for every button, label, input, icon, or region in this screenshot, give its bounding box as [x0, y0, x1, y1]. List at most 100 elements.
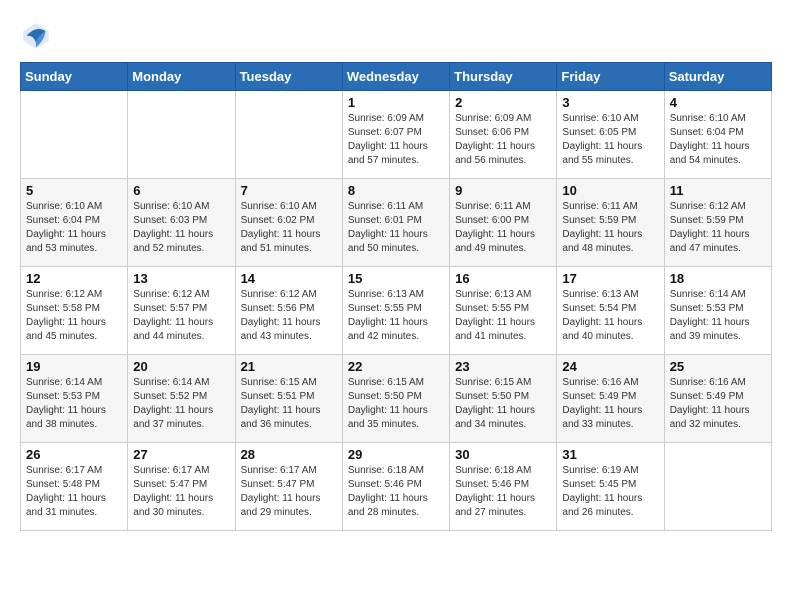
- day-number: 5: [26, 183, 122, 198]
- calendar-cell: 15 Sunrise: 6:13 AM Sunset: 5:55 PM Dayli…: [342, 267, 449, 355]
- day-info: Sunrise: 6:15 AM Sunset: 5:50 PM Dayligh…: [348, 376, 444, 432]
- day-info: Sunrise: 6:11 AM Sunset: 5:59 PM Dayligh…: [562, 200, 658, 256]
- day-number: 17: [562, 271, 658, 286]
- calendar-cell: [21, 91, 128, 179]
- day-info: Sunrise: 6:14 AM Sunset: 5:53 PM Dayligh…: [26, 376, 122, 432]
- calendar-body: 1 Sunrise: 6:09 AM Sunset: 6:07 PM Daylig…: [21, 91, 772, 531]
- day-info: Sunrise: 6:14 AM Sunset: 5:53 PM Dayligh…: [670, 288, 766, 344]
- day-number: 18: [670, 271, 766, 286]
- day-number: 28: [241, 447, 337, 462]
- day-number: 12: [26, 271, 122, 286]
- day-info: Sunrise: 6:15 AM Sunset: 5:50 PM Dayligh…: [455, 376, 551, 432]
- calendar-cell: 22 Sunrise: 6:15 AM Sunset: 5:50 PM Dayli…: [342, 355, 449, 443]
- day-number: 25: [670, 359, 766, 374]
- calendar-cell: 1 Sunrise: 6:09 AM Sunset: 6:07 PM Daylig…: [342, 91, 449, 179]
- calendar-cell: 13 Sunrise: 6:12 AM Sunset: 5:57 PM Dayli…: [128, 267, 235, 355]
- day-info: Sunrise: 6:15 AM Sunset: 5:51 PM Dayligh…: [241, 376, 337, 432]
- calendar-cell: 26 Sunrise: 6:17 AM Sunset: 5:48 PM Dayli…: [21, 443, 128, 531]
- day-number: 22: [348, 359, 444, 374]
- calendar-cell: 16 Sunrise: 6:13 AM Sunset: 5:55 PM Dayli…: [450, 267, 557, 355]
- calendar-cell: 30 Sunrise: 6:18 AM Sunset: 5:46 PM Dayli…: [450, 443, 557, 531]
- calendar-cell: 4 Sunrise: 6:10 AM Sunset: 6:04 PM Daylig…: [664, 91, 771, 179]
- day-info: Sunrise: 6:17 AM Sunset: 5:47 PM Dayligh…: [133, 464, 229, 520]
- weekday-header-row: SundayMondayTuesdayWednesdayThursdayFrid…: [21, 63, 772, 91]
- day-number: 16: [455, 271, 551, 286]
- weekday-header-saturday: Saturday: [664, 63, 771, 91]
- calendar-cell: 23 Sunrise: 6:15 AM Sunset: 5:50 PM Dayli…: [450, 355, 557, 443]
- day-number: 24: [562, 359, 658, 374]
- calendar-cell: 9Sunrise: 6:11 AM Sunset: 6:00 PM Daylig…: [450, 179, 557, 267]
- day-number: 3: [562, 95, 658, 110]
- calendar-week-5: 26 Sunrise: 6:17 AM Sunset: 5:48 PM Dayli…: [21, 443, 772, 531]
- calendar-cell: 21 Sunrise: 6:15 AM Sunset: 5:51 PM Dayli…: [235, 355, 342, 443]
- day-info: Sunrise: 6:09 AM Sunset: 6:06 PM Dayligh…: [455, 112, 551, 168]
- calendar-cell: 18 Sunrise: 6:14 AM Sunset: 5:53 PM Dayli…: [664, 267, 771, 355]
- calendar-table: SundayMondayTuesdayWednesdayThursdayFrid…: [20, 62, 772, 531]
- calendar-cell: 27 Sunrise: 6:17 AM Sunset: 5:47 PM Dayli…: [128, 443, 235, 531]
- calendar-cell: 25 Sunrise: 6:16 AM Sunset: 5:49 PM Dayli…: [664, 355, 771, 443]
- day-info: Sunrise: 6:10 AM Sunset: 6:02 PM Dayligh…: [241, 200, 337, 256]
- day-number: 26: [26, 447, 122, 462]
- page-header: [20, 20, 772, 52]
- calendar-cell: 10 Sunrise: 6:11 AM Sunset: 5:59 PM Dayli…: [557, 179, 664, 267]
- calendar-cell: [235, 91, 342, 179]
- day-info: Sunrise: 6:12 AM Sunset: 5:58 PM Dayligh…: [26, 288, 122, 344]
- day-number: 19: [26, 359, 122, 374]
- calendar-cell: [128, 91, 235, 179]
- calendar-cell: 28 Sunrise: 6:17 AM Sunset: 5:47 PM Dayli…: [235, 443, 342, 531]
- day-info: Sunrise: 6:17 AM Sunset: 5:48 PM Dayligh…: [26, 464, 122, 520]
- day-number: 6: [133, 183, 229, 198]
- day-info: Sunrise: 6:13 AM Sunset: 5:55 PM Dayligh…: [348, 288, 444, 344]
- day-info: Sunrise: 6:10 AM Sunset: 6:03 PM Dayligh…: [133, 200, 229, 256]
- weekday-header-thursday: Thursday: [450, 63, 557, 91]
- calendar-week-3: 12 Sunrise: 6:12 AM Sunset: 5:58 PM Dayli…: [21, 267, 772, 355]
- day-number: 11: [670, 183, 766, 198]
- weekday-header-monday: Monday: [128, 63, 235, 91]
- day-number: 10: [562, 183, 658, 198]
- day-number: 31: [562, 447, 658, 462]
- day-number: 15: [348, 271, 444, 286]
- calendar-week-1: 1 Sunrise: 6:09 AM Sunset: 6:07 PM Daylig…: [21, 91, 772, 179]
- day-info: Sunrise: 6:17 AM Sunset: 5:47 PM Dayligh…: [241, 464, 337, 520]
- day-number: 27: [133, 447, 229, 462]
- day-info: Sunrise: 6:12 AM Sunset: 5:56 PM Dayligh…: [241, 288, 337, 344]
- day-info: Sunrise: 6:19 AM Sunset: 5:45 PM Dayligh…: [562, 464, 658, 520]
- calendar-cell: 2Sunrise: 6:09 AM Sunset: 6:06 PM Daylig…: [450, 91, 557, 179]
- day-number: 7: [241, 183, 337, 198]
- day-number: 14: [241, 271, 337, 286]
- calendar-cell: 24 Sunrise: 6:16 AM Sunset: 5:49 PM Dayli…: [557, 355, 664, 443]
- calendar-cell: 20 Sunrise: 6:14 AM Sunset: 5:52 PM Dayli…: [128, 355, 235, 443]
- weekday-header-wednesday: Wednesday: [342, 63, 449, 91]
- day-info: Sunrise: 6:16 AM Sunset: 5:49 PM Dayligh…: [562, 376, 658, 432]
- day-info: Sunrise: 6:13 AM Sunset: 5:55 PM Dayligh…: [455, 288, 551, 344]
- day-info: Sunrise: 6:10 AM Sunset: 6:04 PM Dayligh…: [670, 112, 766, 168]
- day-info: Sunrise: 6:16 AM Sunset: 5:49 PM Dayligh…: [670, 376, 766, 432]
- logo-icon: [20, 20, 52, 52]
- day-info: Sunrise: 6:11 AM Sunset: 6:01 PM Dayligh…: [348, 200, 444, 256]
- calendar-cell: 19 Sunrise: 6:14 AM Sunset: 5:53 PM Dayli…: [21, 355, 128, 443]
- calendar-cell: 14 Sunrise: 6:12 AM Sunset: 5:56 PM Dayli…: [235, 267, 342, 355]
- day-number: 20: [133, 359, 229, 374]
- calendar-cell: 11Sunrise: 6:12 AM Sunset: 5:59 PM Dayli…: [664, 179, 771, 267]
- calendar-cell: 6 Sunrise: 6:10 AM Sunset: 6:03 PM Daylig…: [128, 179, 235, 267]
- day-info: Sunrise: 6:12 AM Sunset: 5:57 PM Dayligh…: [133, 288, 229, 344]
- calendar-cell: [664, 443, 771, 531]
- day-info: Sunrise: 6:11 AM Sunset: 6:00 PM Dayligh…: [455, 200, 551, 256]
- day-number: 30: [455, 447, 551, 462]
- day-number: 8: [348, 183, 444, 198]
- day-number: 4: [670, 95, 766, 110]
- calendar-cell: 3Sunrise: 6:10 AM Sunset: 6:05 PM Daylig…: [557, 91, 664, 179]
- weekday-header-friday: Friday: [557, 63, 664, 91]
- day-number: 13: [133, 271, 229, 286]
- day-info: Sunrise: 6:14 AM Sunset: 5:52 PM Dayligh…: [133, 376, 229, 432]
- day-number: 21: [241, 359, 337, 374]
- day-info: Sunrise: 6:18 AM Sunset: 5:46 PM Dayligh…: [455, 464, 551, 520]
- day-number: 29: [348, 447, 444, 462]
- logo: [20, 20, 56, 52]
- calendar-cell: 8 Sunrise: 6:11 AM Sunset: 6:01 PM Daylig…: [342, 179, 449, 267]
- calendar-cell: 7 Sunrise: 6:10 AM Sunset: 6:02 PM Daylig…: [235, 179, 342, 267]
- calendar-cell: 31 Sunrise: 6:19 AM Sunset: 5:45 PM Dayli…: [557, 443, 664, 531]
- day-info: Sunrise: 6:09 AM Sunset: 6:07 PM Dayligh…: [348, 112, 444, 168]
- day-number: 23: [455, 359, 551, 374]
- day-number: 1: [348, 95, 444, 110]
